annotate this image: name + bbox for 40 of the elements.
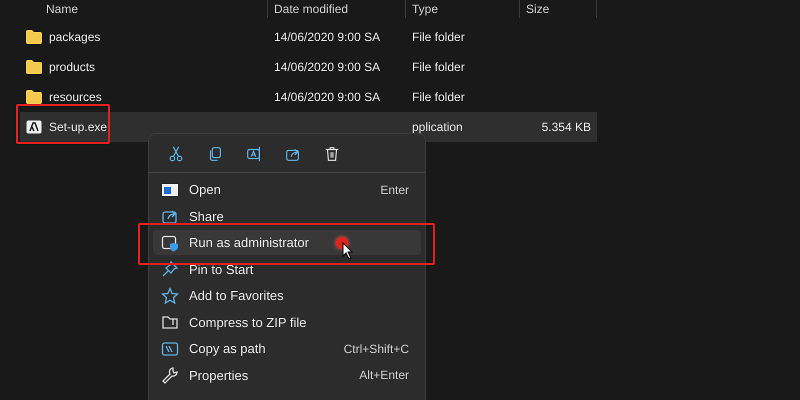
file-date: 14/06/2020 9:00 SA (274, 30, 380, 44)
file-size: 5.354 KB (542, 120, 591, 134)
shortcut-text: Ctrl+Shift+C (344, 342, 409, 356)
column-header[interactable]: Size (520, 0, 597, 18)
file-name: packages (49, 30, 100, 44)
file-row[interactable]: resources 14/06/2020 9:00 SA File folder (20, 82, 597, 112)
file-date: 14/06/2020 9:00 SA (274, 90, 380, 104)
file-type: File folder (412, 90, 465, 104)
menu-item[interactable]: Properties Alt+Enter (153, 362, 421, 388)
file-date: 14/06/2020 9:00 SA (274, 60, 380, 74)
file-type: File folder (412, 30, 465, 44)
shortcut-text: Alt+Enter (359, 368, 409, 382)
column-header[interactable]: Name (20, 0, 268, 18)
folder-icon (26, 90, 42, 104)
file-name: Set-up.exe (49, 120, 108, 134)
menu-item[interactable]: Open Enter (153, 177, 421, 202)
shortcut-text: Enter (380, 182, 409, 196)
file-type: pplication (412, 120, 463, 134)
file-type: File folder (412, 60, 465, 74)
menu-item[interactable]: Compress to ZIP file (153, 310, 421, 334)
menu-item[interactable]: Copy as path Ctrl+Shift+C (153, 336, 421, 361)
file-row[interactable]: products 14/06/2020 9:00 SA File folder (20, 52, 597, 82)
menu-item[interactable]: Add to Favorites (153, 283, 421, 308)
menu-item[interactable]: Run as administrator (153, 230, 421, 255)
application-icon (26, 120, 42, 134)
pin-icon (161, 260, 179, 278)
folder-icon (26, 60, 42, 74)
menu-item[interactable]: Share (153, 204, 421, 228)
column-header[interactable]: Type (406, 0, 520, 18)
menu-item[interactable]: Pin to Start (153, 256, 421, 282)
star-icon (161, 286, 179, 304)
shield-icon (161, 234, 179, 252)
wrench-icon (161, 366, 179, 384)
path-icon (161, 340, 179, 358)
file-name: resources (49, 90, 102, 104)
file-name: products (49, 60, 96, 74)
column-header[interactable]: Date modified (268, 0, 406, 18)
file-row[interactable]: packages 14/06/2020 9:00 SA File folder (20, 22, 597, 52)
folder-icon (26, 30, 42, 44)
cursor-icon (342, 242, 354, 260)
